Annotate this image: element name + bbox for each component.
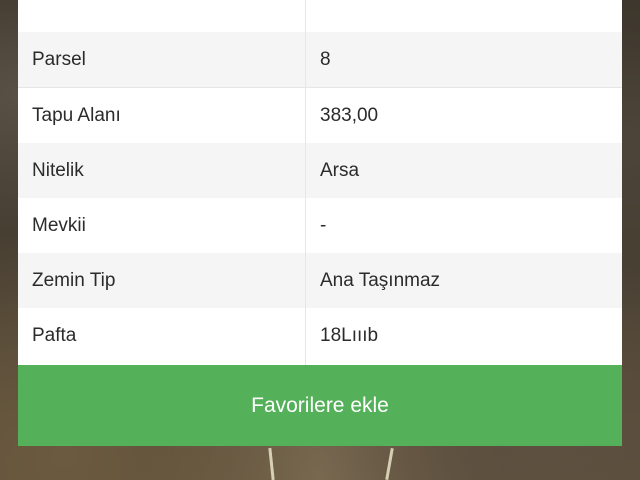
row-label-pafta: Pafta bbox=[32, 325, 77, 346]
table-row: Tapu Alanı 383,00 bbox=[18, 88, 622, 144]
add-to-favorites-button[interactable]: Favorilere ekle bbox=[18, 365, 622, 446]
row-label-nitelik: Nitelik bbox=[32, 160, 84, 181]
row-value-tapu-alani: 383,00 bbox=[320, 105, 379, 126]
table-row: Ada 4784 bbox=[18, 0, 622, 33]
cell-divider bbox=[305, 308, 306, 365]
table-row: Mevkii - bbox=[18, 198, 622, 254]
row-label-ada: Ada bbox=[32, 0, 66, 32]
cell-divider bbox=[305, 198, 306, 253]
cell-divider bbox=[305, 253, 306, 308]
cell-divider bbox=[305, 32, 306, 87]
row-label-parsel: Parsel bbox=[32, 49, 86, 70]
table-row: Pafta 18Lıııb bbox=[18, 308, 622, 365]
row-label-zemin-tip: Zemin Tip bbox=[32, 270, 116, 291]
row-label-mevkii: Mevkii bbox=[32, 215, 86, 236]
table-row: Zemin Tip Ana Taşınmaz bbox=[18, 253, 622, 309]
parcel-info-panel: Ada 4784 Parsel 8 Tapu Alanı 383,00 Nite… bbox=[18, 0, 622, 446]
row-value-pafta: 18Lıııb bbox=[320, 325, 379, 346]
cell-divider bbox=[305, 0, 306, 32]
row-value-nitelik: Arsa bbox=[320, 160, 360, 181]
table-row: Parsel 8 bbox=[18, 32, 622, 88]
row-value-zemin-tip: Ana Taşınmaz bbox=[320, 270, 441, 291]
row-value-ada: 4784 bbox=[320, 0, 362, 32]
table-row: Nitelik Arsa bbox=[18, 143, 622, 199]
row-label-tapu-alani: Tapu Alanı bbox=[32, 105, 121, 126]
row-value-parsel: 8 bbox=[320, 49, 331, 70]
cell-divider bbox=[305, 88, 306, 143]
row-value-mevkii: - bbox=[320, 215, 327, 236]
cell-divider bbox=[305, 143, 306, 198]
